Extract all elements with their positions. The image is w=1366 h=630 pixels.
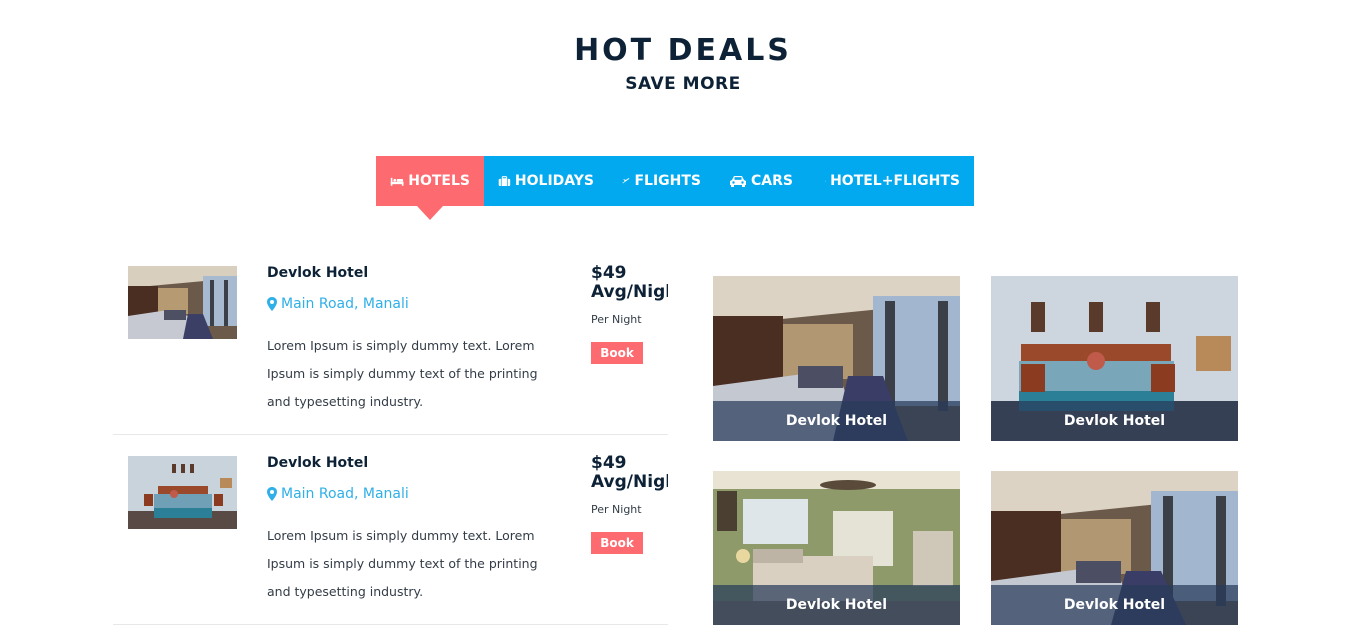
car-icon	[729, 174, 747, 188]
hotel-description: Lorem Ipsum is simply dummy text. Lorem …	[267, 332, 557, 416]
section-title: HOT DEALS	[0, 32, 1366, 70]
tab-label: HOTELS	[408, 173, 470, 189]
hotel-thumbnail[interactable]	[128, 266, 237, 339]
list-item: Devlok Hotel Main Road, Manali Lorem Ips…	[113, 440, 668, 625]
per-night-label: Per Night	[591, 313, 642, 326]
hotel-price: $49 Avg/Night	[591, 264, 668, 302]
hotel-location[interactable]: Main Road, Manali	[267, 486, 409, 502]
gallery-card[interactable]: Devlok Hotel	[713, 471, 960, 625]
tab-label: HOTEL+FLIGHTS	[830, 173, 960, 189]
hotel-name[interactable]: Devlok Hotel	[267, 265, 368, 281]
map-marker-icon	[267, 297, 277, 311]
list-item: Devlok Hotel Main Road, Manali Lorem Ips…	[113, 250, 668, 435]
hotel-description: Lorem Ipsum is simply dummy text. Lorem …	[267, 522, 557, 606]
gallery-caption: Devlok Hotel	[713, 585, 960, 625]
bed-icon	[825, 174, 826, 188]
tab-hotels[interactable]: HOTELS	[376, 156, 484, 206]
book-button[interactable]: Book	[591, 342, 643, 364]
gallery-card[interactable]: Devlok Hotel	[991, 471, 1238, 625]
hotel-room-image	[128, 456, 237, 529]
suitcase-icon	[498, 174, 511, 188]
hotel-price: $49 Avg/Night	[591, 454, 668, 492]
plane-icon	[622, 174, 630, 188]
tab-label: HOLIDAYS	[515, 173, 594, 189]
map-marker-icon	[267, 487, 277, 501]
per-night-label: Per Night	[591, 503, 642, 516]
location-text: Main Road, Manali	[281, 296, 409, 312]
hotel-thumbnail[interactable]	[128, 456, 237, 529]
section-heading: HOT DEALS SAVE MORE	[0, 32, 1366, 96]
book-button[interactable]: Book	[591, 532, 643, 554]
tab-hotel-flights[interactable]: HOTEL+FLIGHTS	[811, 156, 974, 206]
gallery-card[interactable]: Devlok Hotel	[991, 276, 1238, 441]
hotel-name[interactable]: Devlok Hotel	[267, 455, 368, 471]
gallery-caption: Devlok Hotel	[991, 401, 1238, 441]
hotel-room-image	[128, 266, 237, 339]
gallery-caption: Devlok Hotel	[991, 585, 1238, 625]
deal-category-tabs: HOTELS HOLIDAYS FLIGHTS CARS	[376, 156, 974, 206]
bed-icon	[390, 174, 404, 188]
hotel-location[interactable]: Main Road, Manali	[267, 296, 409, 312]
gallery-card[interactable]: Devlok Hotel	[713, 276, 960, 441]
location-text: Main Road, Manali	[281, 486, 409, 502]
deal-list: Devlok Hotel Main Road, Manali Lorem Ips…	[113, 250, 668, 630]
tab-holidays[interactable]: HOLIDAYS	[484, 156, 608, 206]
gallery-caption: Devlok Hotel	[713, 401, 960, 441]
tab-label: FLIGHTS	[634, 173, 701, 189]
tab-flights[interactable]: FLIGHTS	[608, 156, 715, 206]
tab-cars[interactable]: CARS	[715, 156, 811, 206]
section-subtitle: SAVE MORE	[0, 72, 1366, 96]
tab-label: CARS	[751, 173, 793, 189]
